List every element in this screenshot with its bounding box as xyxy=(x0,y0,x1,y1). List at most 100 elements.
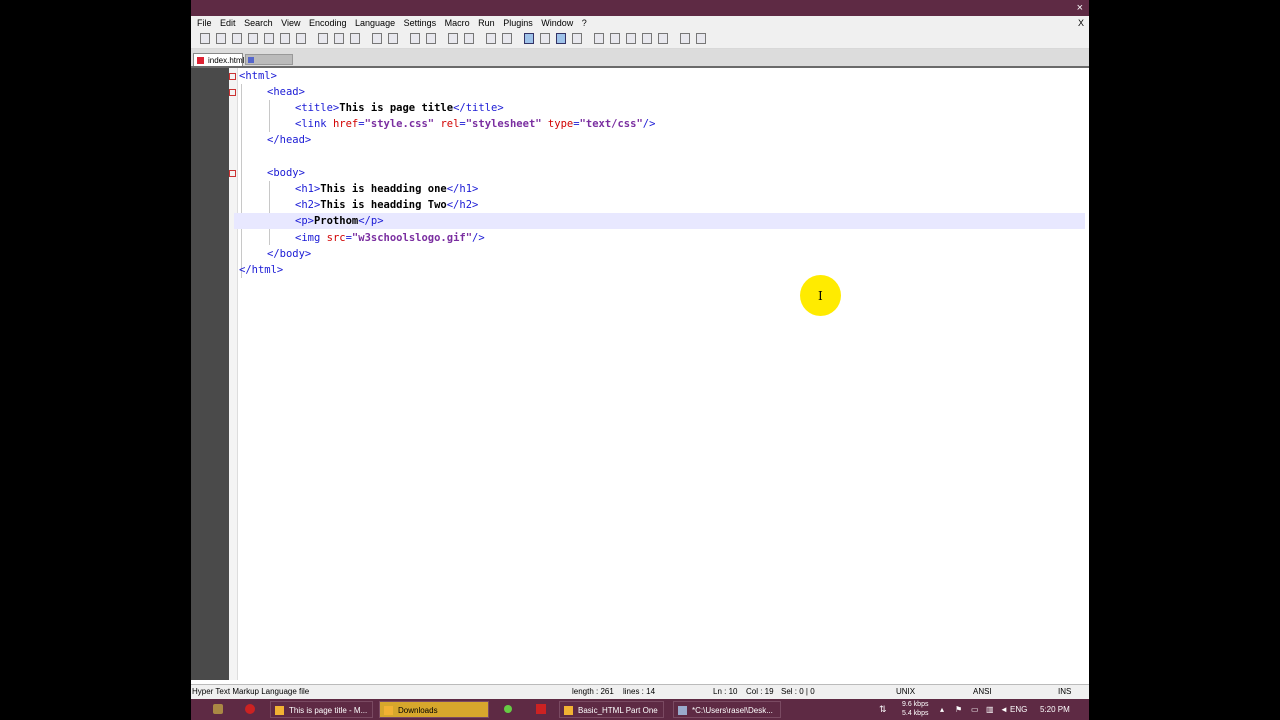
app-icon[interactable] xyxy=(504,705,512,713)
code-line-11: <img src="w3schoolslogo.gif"/> xyxy=(295,232,485,244)
tag: <body> xyxy=(267,167,305,179)
flag-icon[interactable]: ⚑ xyxy=(955,699,962,720)
menu-run[interactable]: Run xyxy=(478,16,495,30)
tag: <h2> xyxy=(295,199,321,211)
attribute: src xyxy=(326,232,346,244)
taskbar-folder[interactable]: Basic_HTML Part One xyxy=(559,701,664,718)
code-line-9: <h2>This is headding Two</h2> xyxy=(295,197,478,213)
tag: <link xyxy=(295,118,327,130)
open-file-icon[interactable] xyxy=(216,33,226,44)
fold-head-icon[interactable] xyxy=(229,89,236,96)
status-length: length : 261 xyxy=(572,687,614,696)
menu-search[interactable]: Search xyxy=(244,16,273,30)
clock[interactable]: 5:20 PM xyxy=(1040,699,1070,720)
status-sel: Sel : 0 | 0 xyxy=(781,687,815,696)
code-line-1: <html> xyxy=(239,68,277,84)
text-cursor-icon: I xyxy=(818,289,823,303)
copy-icon[interactable] xyxy=(334,33,344,44)
file-icon xyxy=(248,57,254,63)
show-all-chars-icon[interactable] xyxy=(540,33,550,44)
tag: </title> xyxy=(453,102,504,114)
tab-secondary[interactable] xyxy=(245,54,293,65)
menu-window[interactable]: Window xyxy=(541,16,573,30)
tag: </p> xyxy=(358,215,384,227)
taskbar-downloads[interactable]: Downloads xyxy=(379,701,489,718)
fold-body-icon[interactable] xyxy=(229,170,236,177)
value: "style.css" xyxy=(364,118,435,130)
code-line-13: </html> xyxy=(239,262,283,278)
find-icon[interactable] xyxy=(410,33,420,44)
sync-vertical-icon[interactable] xyxy=(486,33,496,44)
tab-label: index.html xyxy=(208,56,245,65)
user-lang-icon[interactable] xyxy=(572,33,582,44)
tag: </html> xyxy=(239,264,284,276)
tag: </h2> xyxy=(446,199,479,211)
opera-icon[interactable] xyxy=(245,704,255,714)
taskbar-notepad[interactable]: *C:\Users\rasel\Desk... xyxy=(673,701,781,718)
word-wrap-icon[interactable] xyxy=(524,33,534,44)
stop-macro-icon[interactable] xyxy=(610,33,620,44)
record-macro-icon[interactable] xyxy=(594,33,604,44)
menu-plugins[interactable]: Plugins xyxy=(503,16,533,30)
text: This is headding Two xyxy=(320,199,447,211)
filezilla-icon[interactable] xyxy=(536,704,546,714)
start-icon[interactable] xyxy=(213,704,223,714)
text: This is page title xyxy=(339,102,454,114)
task-label: Basic_HTML Part One xyxy=(578,706,658,715)
indent-guide-icon[interactable] xyxy=(556,33,566,44)
lang-indicator[interactable]: ENG xyxy=(1010,699,1027,720)
tab-bar: index.html xyxy=(191,49,1089,68)
spell-check-icon[interactable] xyxy=(696,33,706,44)
status-col: Col : 19 xyxy=(746,687,774,696)
toolbar xyxy=(191,30,1089,49)
tag: <img xyxy=(295,232,321,244)
close-all-icon[interactable] xyxy=(280,33,290,44)
code-line-5: </head> xyxy=(267,132,311,148)
replace-icon[interactable] xyxy=(426,33,436,44)
fold-html-icon[interactable] xyxy=(229,73,236,80)
paste-icon[interactable] xyxy=(350,33,360,44)
document-close-button[interactable]: X xyxy=(1078,16,1084,30)
undo-icon[interactable] xyxy=(372,33,382,44)
tab-index-html[interactable]: index.html xyxy=(193,53,245,66)
tray-expand-icon[interactable]: ▴ xyxy=(940,699,944,720)
new-file-icon[interactable] xyxy=(200,33,210,44)
notepad-icon xyxy=(678,706,687,715)
code-editor[interactable]: <html> <head> <title>This is page title<… xyxy=(234,68,1089,680)
title-bar: × xyxy=(191,0,1089,16)
network-icon[interactable]: ▥ xyxy=(986,699,994,720)
taskbar-browser[interactable]: This is page title - M... xyxy=(270,701,373,718)
save-all-icon[interactable] xyxy=(248,33,258,44)
folder-icon xyxy=(564,706,573,715)
launch-browser-icon[interactable] xyxy=(680,33,690,44)
save-macro-icon[interactable] xyxy=(658,33,668,44)
print-icon[interactable] xyxy=(296,33,306,44)
notepad-plus-plus-window: × File Edit Search View Encoding Languag… xyxy=(191,0,1089,720)
menu-settings[interactable]: Settings xyxy=(404,16,437,30)
file-modified-icon xyxy=(197,57,204,64)
menu-edit[interactable]: Edit xyxy=(220,16,236,30)
volume-icon[interactable]: ◄ xyxy=(1000,699,1008,720)
menu-language[interactable]: Language xyxy=(355,16,395,30)
menu-help[interactable]: ? xyxy=(582,16,587,30)
monitor-icon[interactable]: ▭ xyxy=(971,699,979,720)
sync-horizontal-icon[interactable] xyxy=(502,33,512,44)
fold-margin[interactable] xyxy=(229,68,238,680)
window-close-button[interactable]: × xyxy=(1077,1,1083,15)
speed-down: 5.4 kbps xyxy=(902,710,929,717)
zoom-in-icon[interactable] xyxy=(448,33,458,44)
value: "stylesheet" xyxy=(465,118,542,130)
cut-icon[interactable] xyxy=(318,33,328,44)
save-icon[interactable] xyxy=(232,33,242,44)
play-macro-icon[interactable] xyxy=(626,33,636,44)
menu-encoding[interactable]: Encoding xyxy=(309,16,347,30)
zoom-out-icon[interactable] xyxy=(464,33,474,44)
menu-macro[interactable]: Macro xyxy=(445,16,470,30)
menu-file[interactable]: File xyxy=(197,16,212,30)
tag: /> xyxy=(642,118,656,130)
value: "w3schoolslogo.gif" xyxy=(351,232,473,244)
redo-icon[interactable] xyxy=(388,33,398,44)
run-macro-multiple-icon[interactable] xyxy=(642,33,652,44)
close-file-icon[interactable] xyxy=(264,33,274,44)
menu-view[interactable]: View xyxy=(281,16,300,30)
